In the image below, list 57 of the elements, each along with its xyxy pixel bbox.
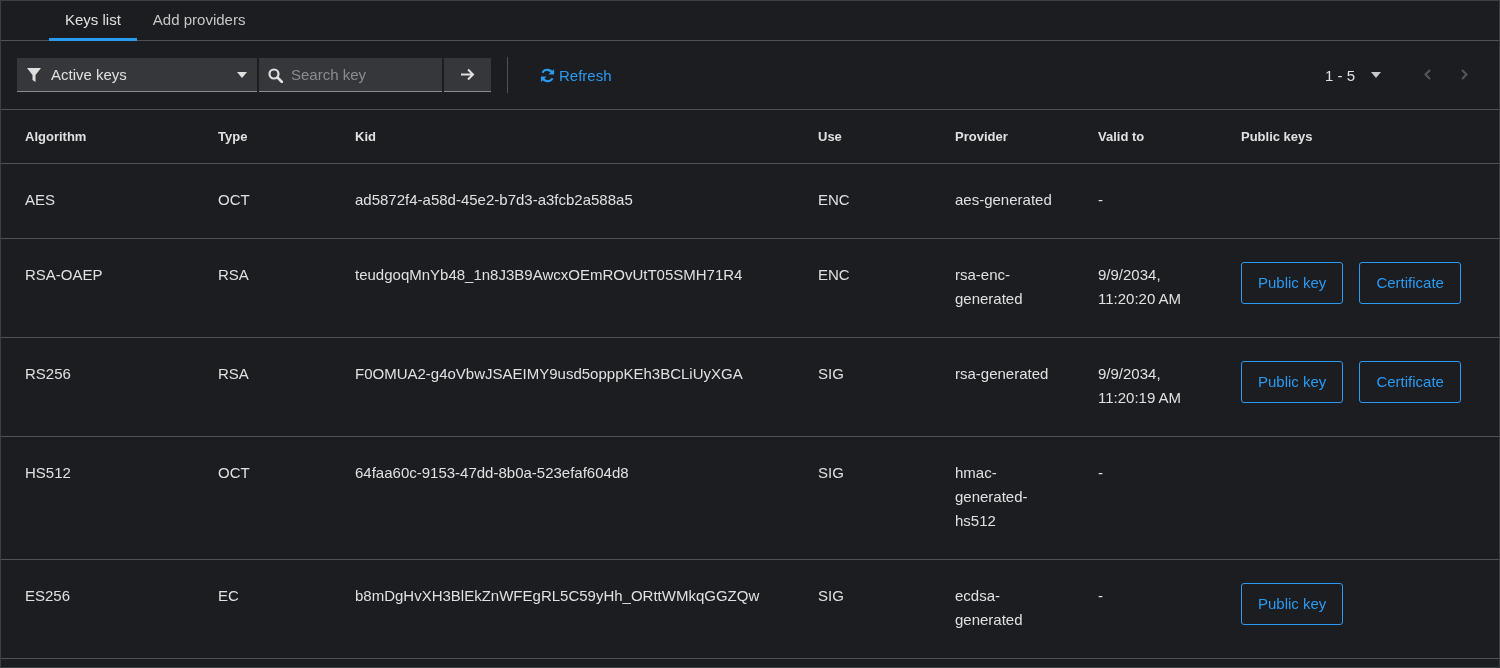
key-button[interactable]: Certificate bbox=[1359, 262, 1461, 304]
arrow-right-icon bbox=[460, 68, 475, 81]
caret-icon bbox=[1371, 72, 1381, 78]
kid-cell-text: b8mDgHvXH3BlEkZnWFEgRL5C59yHh_ORttWMkqGGZQw bbox=[355, 586, 760, 606]
key-button[interactable]: Certificate bbox=[1359, 361, 1461, 403]
column-header: Algorithm bbox=[25, 129, 88, 144]
search-field[interactable]: Search key bbox=[259, 58, 442, 92]
column-header: Use bbox=[818, 129, 843, 144]
algorithm-cell-text: RSA-OAEP bbox=[25, 265, 103, 285]
kid-cell-text: ad5872f4-a58d-45e2-b7d3-a3fcb2a588a5 bbox=[355, 190, 633, 210]
search-icon bbox=[268, 68, 283, 83]
use-cell-text: SIG bbox=[818, 364, 844, 384]
caret-icon bbox=[237, 71, 247, 78]
key-button[interactable]: Public key bbox=[1241, 262, 1344, 304]
type-cell-text: OCT bbox=[218, 463, 250, 483]
provider-cell-text: hmac-generated-hs512 bbox=[955, 463, 1029, 531]
algorithm-cell-text: ES256 bbox=[25, 586, 71, 606]
key-button[interactable]: Public key bbox=[1241, 583, 1344, 625]
filter-icon bbox=[27, 67, 41, 82]
type-cell-text: RSA bbox=[218, 364, 249, 384]
algorithm-cell-text: RS256 bbox=[25, 364, 71, 384]
valid-to-cell-text: - bbox=[1098, 463, 1103, 483]
provider-cell-text: ecdsa-generated bbox=[955, 586, 1024, 630]
type-cell-text: OCT bbox=[218, 190, 250, 210]
provider-cell-text: rsa-enc-generated bbox=[955, 265, 1024, 309]
kid-cell-text: 64faa60c-9153-47dd-8b0a-523efaf604d8 bbox=[355, 463, 629, 483]
search-button[interactable] bbox=[444, 58, 491, 92]
column-header: Public keys bbox=[1241, 129, 1314, 144]
tab[interactable]: Keys list bbox=[49, 1, 137, 41]
tab[interactable]: Add providers bbox=[136, 1, 262, 41]
chevron-left-icon bbox=[1424, 68, 1431, 80]
kid-cell-text: teudgoqMnYb48_1n8J3B9AwcxOEmROvUtT05SMH71R4 bbox=[355, 265, 743, 285]
column-header: Valid to bbox=[1098, 129, 1146, 144]
column-header: Type bbox=[218, 129, 249, 144]
refresh-button[interactable]: Refresh bbox=[524, 66, 628, 84]
refresh-icon bbox=[540, 67, 555, 83]
key-button[interactable]: Public key bbox=[1241, 361, 1344, 403]
valid-to-cell-text: - bbox=[1098, 190, 1103, 210]
type-cell-text: EC bbox=[218, 586, 239, 606]
valid-to-cell-text: 9/9/2034, 11:20:20 AM bbox=[1098, 265, 1183, 309]
filter-dropdown[interactable]: Active keys bbox=[17, 58, 257, 92]
valid-to-cell-text: - bbox=[1098, 586, 1103, 606]
use-cell-text: SIG bbox=[818, 463, 844, 483]
provider-cell-text: aes-generated bbox=[955, 190, 1052, 210]
valid-to-cell-text: 9/9/2034, 11:20:19 AM bbox=[1098, 364, 1183, 408]
use-cell-text: ENC bbox=[818, 190, 850, 210]
chevron-right-icon bbox=[1461, 68, 1468, 80]
type-cell-text: RSA bbox=[218, 265, 249, 285]
use-cell-text: SIG bbox=[818, 586, 844, 606]
pagination-dropdown[interactable]: 1 - 5 bbox=[1319, 65, 1387, 85]
column-header: Provider bbox=[955, 129, 1009, 144]
column-header: Kid bbox=[355, 129, 377, 144]
provider-cell-text: rsa-generated bbox=[955, 364, 1049, 384]
algorithm-cell-text: AES bbox=[25, 190, 55, 210]
use-cell-text: ENC bbox=[818, 265, 850, 285]
algorithm-cell-text: HS512 bbox=[25, 463, 71, 483]
kid-cell-text: F0OMUA2-g4oVbwJSAEIMY9usd5opppKEh3BCLiUyXGA bbox=[355, 364, 743, 384]
